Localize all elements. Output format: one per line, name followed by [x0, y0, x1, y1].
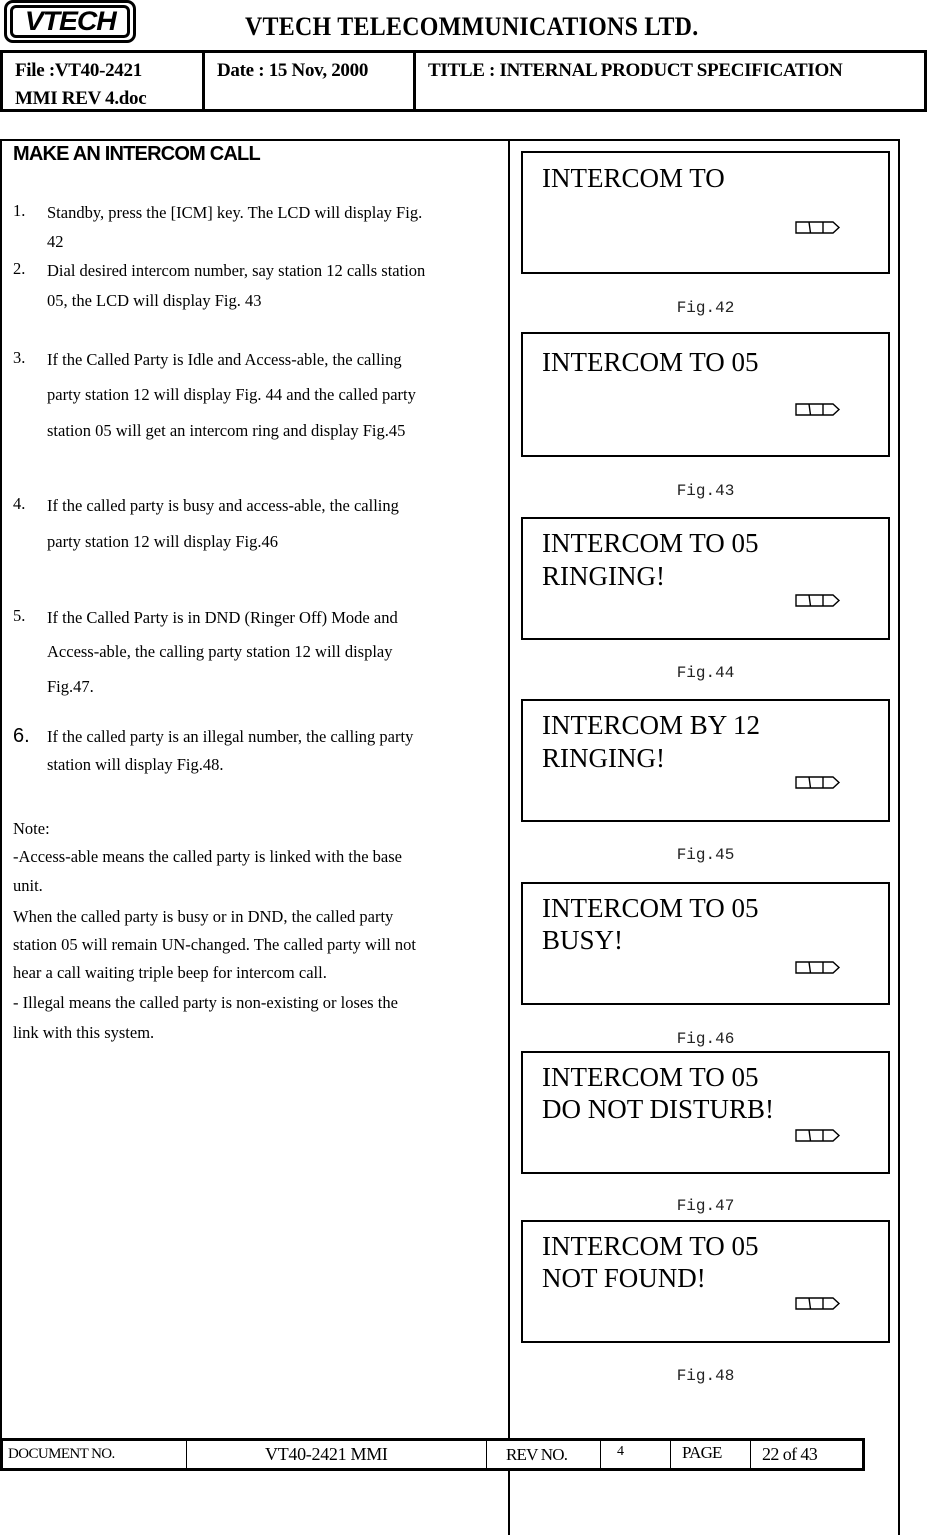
footer-divider [600, 1441, 601, 1468]
battery-icon [795, 961, 841, 974]
column-divider [508, 141, 510, 1535]
note-label: Note: [13, 819, 50, 838]
battery-icon [795, 221, 841, 234]
lcd-line-2: DO NOT DISTURB! [542, 1094, 775, 1124]
lcd-line-1: INTERCOM BY 12 [542, 710, 761, 740]
step-text: station 05 will get an intercom ring and… [47, 421, 406, 440]
step-text: party station 12 will display Fig.46 [47, 532, 278, 551]
note-line: - Illegal means the called party is non-… [13, 993, 398, 1012]
figure-caption: Fig.45 [676, 846, 735, 864]
step-number: 6. [13, 725, 30, 747]
lcd-line-2: RINGING! [542, 743, 665, 773]
step-number: 2. [13, 259, 26, 278]
file-revision: MMI REV 4.doc [15, 88, 147, 109]
battery-icon [795, 403, 841, 416]
step-text: If the called party is an illegal number… [47, 727, 414, 746]
frame-border-top [0, 139, 900, 141]
document-title: TITLE : INTERNAL PRODUCT SPECIFICATION [428, 60, 843, 81]
figure-caption: Fig.44 [676, 664, 735, 682]
lcd-line-2: NOT FOUND! [542, 1263, 706, 1293]
figure-caption: Fig.46 [676, 1030, 735, 1048]
lcd-line-1: INTERCOM TO [542, 163, 725, 193]
date-cell: Date : 15 Nov, 2000 [205, 53, 415, 109]
footer-table: DOCUMENT NO. VT40-2421 MMI REV NO. 4 PAG… [0, 1438, 865, 1471]
lcd-display-fig45: INTERCOM BY 12 RINGING! [521, 699, 890, 822]
vtech-logo: VTECH [4, 0, 136, 43]
footer-divider [486, 1441, 487, 1468]
document-date: Date : 15 Nov, 2000 [217, 60, 369, 81]
step-text: Standby, press the [ICM] key. The LCD wi… [47, 203, 423, 222]
lcd-line-1: INTERCOM TO 05 [542, 347, 759, 377]
lcd-line-1: INTERCOM TO 05 [542, 1062, 759, 1092]
lcd-line-1: INTERCOM TO 05 [542, 1231, 759, 1261]
logo-text: VTECH [24, 6, 117, 36]
footer-divider [670, 1441, 671, 1468]
step-text: 05, the LCD will display Fig. 43 [47, 291, 262, 310]
step-number: 1. [13, 201, 26, 220]
step-text: station will display Fig.48. [47, 755, 224, 774]
lcd-line-2: BUSY! [542, 925, 624, 955]
battery-icon [795, 1129, 841, 1142]
page-label: PAGE [682, 1443, 722, 1462]
battery-icon [795, 1297, 841, 1310]
lcd-display-fig44: INTERCOM TO 05 RINGING! [521, 517, 890, 640]
figure-caption: Fig.42 [676, 299, 735, 317]
note-line: link with this system. [13, 1023, 155, 1042]
page-number: 22 of 43 [762, 1444, 818, 1464]
figure-caption: Fig.43 [676, 482, 735, 500]
battery-icon [795, 776, 841, 789]
step-number: 4. [13, 494, 26, 513]
step-number: 3. [13, 348, 26, 367]
note-line: -Access-able means the called party is l… [13, 847, 402, 866]
lcd-display-fig48: INTERCOM TO 05 NOT FOUND! [521, 1220, 890, 1343]
company-name: VTECH TELECOMMUNICATIONS LTD. [245, 12, 699, 41]
step-text: Fig.47. [47, 677, 94, 696]
footer-divider [750, 1441, 751, 1468]
frame-border-left [0, 139, 2, 1439]
document-number-value: VT40-2421 MMI [265, 1444, 388, 1464]
lcd-display-fig47: INTERCOM TO 05 DO NOT DISTURB! [521, 1051, 890, 1174]
figure-caption: Fig.48 [676, 1367, 735, 1385]
note-line: When the called party is busy or in DND,… [13, 907, 394, 926]
header-table: File :VT40-2421 MMI REV 4.doc Date : 15 … [0, 50, 927, 112]
step-number: 5. [13, 606, 26, 625]
file-cell: File :VT40-2421 MMI REV 4.doc [3, 53, 203, 109]
note-line: unit. [13, 876, 43, 895]
step-text: If the Called Party is Idle and Access-a… [47, 350, 402, 369]
lcd-display-fig43: INTERCOM TO 05 [521, 332, 890, 457]
note-line: hear a call waiting triple beep for inte… [13, 963, 327, 982]
lcd-line-1: INTERCOM TO 05 [542, 893, 759, 923]
revision-label: REV NO. [506, 1445, 568, 1464]
step-text: Access-able, the calling party station 1… [47, 642, 393, 661]
lcd-display-fig46: INTERCOM TO 05 BUSY! [521, 882, 890, 1005]
lcd-line-2: RINGING! [542, 561, 665, 591]
note-line: station 05 will remain UN-changed. The c… [13, 935, 416, 954]
revision-value: 4 [617, 1444, 624, 1459]
step-text: party station 12 will display Fig. 44 an… [47, 385, 416, 404]
vtech-logo-inner: VTECH [10, 5, 130, 38]
step-text: If the Called Party is in DND (Ringer Of… [47, 608, 398, 627]
figure-caption: Fig.47 [676, 1197, 735, 1215]
frame-border-right [898, 139, 900, 1535]
step-text: 42 [47, 232, 64, 251]
lcd-line-1: INTERCOM TO 05 [542, 528, 759, 558]
section-title: MAKE AN INTERCOM CALL [13, 143, 261, 165]
step-text: Dial desired intercom number, say statio… [47, 261, 426, 280]
title-cell: TITLE : INTERNAL PRODUCT SPECIFICATION [416, 53, 916, 109]
step-text: If the called party is busy and access-a… [47, 496, 399, 515]
battery-icon [795, 594, 841, 607]
document-number-label: DOCUMENT NO. [8, 1446, 115, 1462]
lcd-display-fig42: INTERCOM TO [521, 151, 890, 274]
file-name: File :VT40-2421 [15, 60, 142, 81]
